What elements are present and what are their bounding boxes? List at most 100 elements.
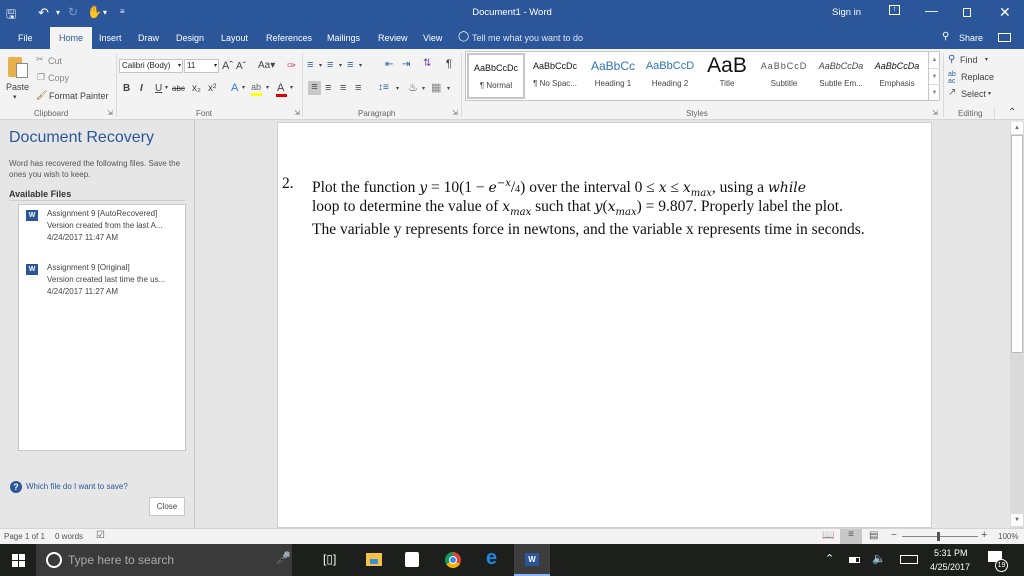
edge-icon[interactable]: e bbox=[486, 547, 497, 570]
justify-icon[interactable]: ≡ bbox=[355, 82, 361, 94]
tab-design[interactable]: Design bbox=[170, 27, 210, 49]
help-icon[interactable]: ? bbox=[10, 481, 22, 493]
highlight-icon[interactable]: ab bbox=[251, 82, 261, 92]
word-taskbar-button[interactable]: W bbox=[514, 544, 550, 576]
close-window-button[interactable]: ✕ bbox=[999, 4, 1011, 21]
tab-file[interactable]: File bbox=[12, 27, 39, 49]
battery-icon[interactable] bbox=[849, 557, 860, 563]
tab-view[interactable]: View bbox=[417, 27, 448, 49]
font-size-select[interactable]: 11 ▾ bbox=[184, 59, 219, 73]
style-heading-2[interactable]: AaBbCcD Heading 2 bbox=[641, 53, 699, 99]
restore-button[interactable] bbox=[963, 8, 971, 17]
styles-more-icon[interactable]: ▼ bbox=[929, 84, 940, 100]
style-no-spacing[interactable]: AaBbCcDc ¶ No Spac... bbox=[526, 53, 584, 99]
replace-button[interactable]: Replace bbox=[961, 72, 994, 82]
styles-launcher-icon[interactable]: ⇲ bbox=[932, 109, 938, 117]
tab-layout[interactable]: Layout bbox=[215, 27, 254, 49]
numbering-dropdown-icon[interactable]: ▾ bbox=[339, 62, 342, 69]
sign-in-link[interactable]: Sign in bbox=[832, 7, 861, 18]
scrollbar-thumb[interactable] bbox=[1011, 135, 1023, 353]
word-count[interactable]: 0 words bbox=[55, 532, 83, 541]
grow-font-icon[interactable]: Aˆ bbox=[222, 60, 233, 72]
subscript-icon[interactable]: x₂ bbox=[192, 83, 201, 94]
which-file-help-link[interactable]: Which file do I want to save? bbox=[26, 482, 128, 491]
shading-dropdown-icon[interactable]: ▾ bbox=[422, 85, 425, 92]
zoom-level[interactable]: 100% bbox=[998, 532, 1018, 541]
paste-dropdown-icon[interactable]: ▾ bbox=[13, 93, 17, 101]
find-icon[interactable]: ⚲ bbox=[948, 54, 955, 65]
ribbon-display-options-icon[interactable]: ↑ bbox=[889, 5, 900, 15]
file-explorer-icon[interactable] bbox=[366, 553, 382, 566]
task-view-icon[interactable]: [▯] bbox=[323, 552, 336, 566]
paragraph-launcher-icon[interactable]: ⇲ bbox=[452, 109, 458, 117]
clear-formatting-icon[interactable]: ✑ bbox=[287, 59, 296, 72]
tab-home[interactable]: Home bbox=[50, 27, 92, 49]
sort-icon[interactable]: ⇅ bbox=[423, 58, 431, 69]
cut-icon[interactable]: ✂ bbox=[36, 54, 44, 65]
strikethrough-icon[interactable]: abc bbox=[172, 84, 185, 93]
borders-icon[interactable]: ▦ bbox=[431, 81, 441, 94]
line-spacing-icon[interactable]: ↕≡ bbox=[378, 82, 389, 93]
print-layout-icon[interactable]: ≡ bbox=[840, 529, 862, 544]
zoom-in-icon[interactable]: + bbox=[981, 529, 987, 541]
tab-insert[interactable]: Insert bbox=[93, 27, 128, 49]
share-button[interactable]: Share bbox=[959, 33, 983, 43]
styles-scroll-up-icon[interactable]: ▲ bbox=[929, 52, 940, 68]
bullets-dropdown-icon[interactable]: ▾ bbox=[319, 62, 322, 69]
font-name-select[interactable]: Calibri (Body) ▾ bbox=[119, 59, 183, 73]
align-left-icon[interactable]: ≡ bbox=[308, 81, 321, 95]
proofing-icon[interactable]: ☑ bbox=[96, 530, 105, 541]
zoom-slider-thumb[interactable] bbox=[937, 532, 940, 541]
clipboard-launcher-icon[interactable]: ⇲ bbox=[107, 109, 113, 117]
vertical-scrollbar[interactable]: ▲ ▼ bbox=[1010, 122, 1024, 528]
multilevel-list-icon[interactable]: ≡ bbox=[347, 59, 353, 71]
clock-date[interactable]: 4/25/2017 bbox=[930, 562, 970, 572]
line-spacing-dropdown-icon[interactable]: ▾ bbox=[396, 85, 399, 92]
comments-icon[interactable] bbox=[998, 33, 1011, 42]
tell-me-input[interactable]: Tell me what you want to do bbox=[472, 33, 583, 43]
bullets-icon[interactable]: ≡ bbox=[307, 59, 313, 71]
font-color-dropdown-icon[interactable]: ▾ bbox=[290, 84, 293, 91]
superscript-icon[interactable]: x² bbox=[208, 83, 216, 94]
recovered-file-item[interactable]: W Assignment 9 [AutoRecovered] Version c… bbox=[19, 205, 185, 255]
scroll-up-icon[interactable]: ▲ bbox=[1011, 122, 1023, 134]
volume-icon[interactable]: 🔈 bbox=[872, 552, 886, 565]
underline-icon[interactable]: U bbox=[155, 83, 162, 94]
zoom-slider[interactable] bbox=[902, 536, 978, 537]
tab-draw[interactable]: Draw bbox=[132, 27, 165, 49]
style-subtitle[interactable]: AaBbCcD Subtitle bbox=[755, 53, 813, 99]
recovered-file-item[interactable]: W Assignment 9 [Original] Version create… bbox=[19, 260, 185, 310]
font-color-icon[interactable]: A bbox=[277, 82, 284, 94]
paste-icon[interactable] bbox=[8, 53, 30, 79]
close-recovery-button[interactable]: Close bbox=[149, 497, 185, 516]
style-normal[interactable]: AaBbCcDc ¶ Normal bbox=[467, 53, 525, 99]
page-count[interactable]: Page 1 of 1 bbox=[4, 532, 45, 541]
style-subtle-emphasis[interactable]: AaBbCcDa Subtle Em... bbox=[812, 53, 870, 99]
copy-icon[interactable]: ❐ bbox=[37, 72, 45, 83]
bold-icon[interactable]: B bbox=[123, 83, 130, 94]
text-effects-icon[interactable]: A bbox=[231, 82, 238, 94]
shrink-font-icon[interactable]: Aˇ bbox=[236, 61, 246, 72]
format-painter-icon[interactable]: 🖌 bbox=[36, 90, 47, 101]
replace-icon[interactable]: ab ac bbox=[948, 71, 956, 85]
web-layout-icon[interactable]: ▤ bbox=[869, 530, 878, 541]
cut-button[interactable]: Cut bbox=[48, 56, 62, 66]
align-right-icon[interactable]: ≡ bbox=[340, 82, 346, 94]
touch-keyboard-icon[interactable] bbox=[900, 555, 918, 564]
tab-mailings[interactable]: Mailings bbox=[321, 27, 366, 49]
minimize-button[interactable]: — bbox=[925, 3, 938, 18]
microphone-icon[interactable]: 🎤 bbox=[276, 551, 291, 565]
style-emphasis[interactable]: AaBbCcDa Emphasis bbox=[868, 53, 926, 99]
numbering-icon[interactable]: ≡ bbox=[327, 59, 333, 71]
tab-review[interactable]: Review bbox=[372, 27, 414, 49]
search-box[interactable]: Type here to search 🎤 bbox=[36, 544, 292, 576]
find-button[interactable]: Find bbox=[960, 55, 978, 65]
underline-dropdown-icon[interactable]: ▾ bbox=[165, 84, 168, 91]
increase-indent-icon[interactable]: ⇥ bbox=[402, 59, 410, 70]
chrome-icon[interactable] bbox=[445, 552, 461, 568]
style-title[interactable]: AaB Title bbox=[698, 53, 756, 99]
select-cursor-icon[interactable]: ↗ bbox=[948, 87, 956, 98]
decrease-indent-icon[interactable]: ⇤ bbox=[385, 59, 393, 70]
italic-icon[interactable]: I bbox=[140, 83, 143, 94]
select-button[interactable]: Select bbox=[961, 89, 986, 99]
